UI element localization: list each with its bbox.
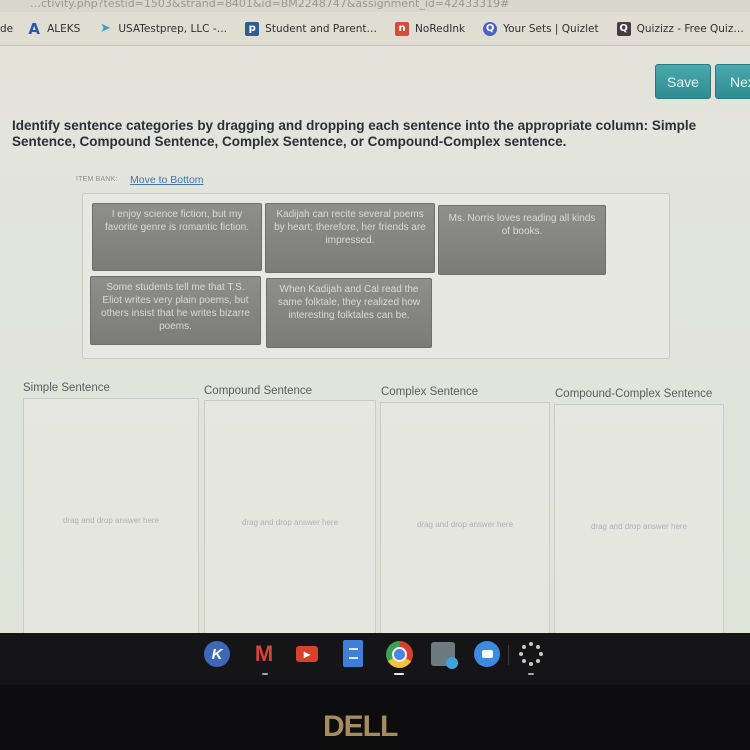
bookmarks-bar: de A ALEKS ➤ USATestprep, LLC -… p Stude…: [0, 12, 750, 46]
aleks-icon: A: [28, 19, 40, 38]
drop-zone-compound-complex[interactable]: drag and drop answer here: [554, 404, 724, 640]
launcher-icon[interactable]: [518, 641, 544, 667]
chromeos-shelf: [0, 633, 750, 685]
move-to-bottom-link[interactable]: Move to Bottom: [130, 174, 204, 186]
draggable-sentence-card[interactable]: When Kadijah and Cal read the same folkt…: [266, 278, 432, 348]
shelf-divider: [508, 645, 509, 665]
laptop-screen: …ctivity.php?testid=1503&strand=8401&id=…: [0, 0, 750, 640]
column-title-complex: Complex Sentence: [381, 386, 479, 398]
column-title-compound-complex: Compound-Complex Sentence: [555, 388, 713, 400]
bookmark-quizlet[interactable]: Q Your Sets | Quizlet: [483, 21, 599, 36]
bookmark-label: Quizizz - Free Quiz…: [636, 22, 744, 35]
bookmark-label: Student and Parent…: [265, 22, 378, 35]
noredink-icon: n: [395, 21, 410, 36]
save-button[interactable]: Save: [655, 64, 711, 99]
zoom-icon[interactable]: [474, 641, 500, 667]
quizlet-icon: Q: [483, 21, 498, 36]
url-text: …ctivity.php?testid=1503&strand=8401&id=…: [30, 0, 510, 10]
drop-placeholder: drag and drop answer here: [416, 520, 514, 529]
draggable-sentence-card[interactable]: Some students tell me that T.S. Eliot wr…: [90, 276, 261, 345]
bookmark-quizizz[interactable]: Q Quizizz - Free Quiz…: [616, 21, 744, 36]
student-parent-icon: p: [245, 21, 260, 36]
column-title-simple: Simple Sentence: [23, 382, 110, 394]
drop-zone-complex[interactable]: drag and drop answer here: [380, 402, 550, 640]
bookmark-label: Your Sets | Quizlet: [503, 22, 599, 35]
youtube-icon[interactable]: ▶: [296, 646, 318, 662]
drop-zone-simple[interactable]: drag and drop answer here: [23, 398, 199, 640]
bookmark-label: de: [0, 22, 14, 35]
drop-placeholder: drag and drop answer here: [590, 522, 688, 531]
kami-icon[interactable]: K: [204, 641, 230, 667]
google-docs-icon[interactable]: [343, 640, 363, 667]
question-instructions: Identify sentence categories by dragging…: [12, 118, 697, 149]
drop-zone-compound[interactable]: drag and drop answer here: [204, 400, 376, 640]
column-title-compound: Compound Sentence: [204, 385, 313, 397]
bookmark-label: USATestprep, LLC -…: [118, 22, 228, 35]
bookmark-aleks[interactable]: A ALEKS: [27, 19, 81, 38]
bookmark-usatestprep[interactable]: ➤ USATestprep, LLC -…: [98, 21, 228, 36]
drop-placeholder: drag and drop answer here: [62, 516, 160, 525]
gmail-running-indicator: [262, 673, 268, 675]
draggable-sentence-card[interactable]: Kadijah can recite several poems by hear…: [265, 203, 435, 273]
bookmark-label: NoRedInk: [415, 22, 466, 35]
draggable-sentence-card[interactable]: I enjoy science fiction, but my favorite…: [92, 203, 262, 271]
bookmark-label: ALEKS: [47, 22, 81, 35]
usatestprep-icon: ➤: [99, 21, 111, 36]
kami-glyph: K: [211, 645, 223, 663]
gmail-glyph: M: [254, 641, 274, 666]
calculator-icon[interactable]: [431, 642, 458, 669]
gmail-icon[interactable]: M: [249, 641, 279, 667]
chrome-icon[interactable]: [386, 641, 413, 668]
bookmark-student-parent[interactable]: p Student and Parent…: [245, 21, 378, 36]
dell-logo: DELL: [323, 710, 398, 743]
draggable-sentence-card[interactable]: Ms. Norris loves reading all kinds of bo…: [438, 205, 606, 275]
chrome-active-indicator: [394, 673, 404, 675]
quizizz-icon: Q: [616, 21, 631, 36]
bookmark-partial[interactable]: de: [0, 23, 13, 35]
bookmark-noredink[interactable]: n NoRedInk: [395, 21, 466, 36]
item-bank-label: ITEM BANK:: [76, 176, 118, 183]
youtube-glyph: ▶: [303, 649, 311, 659]
drop-placeholder: drag and drop answer here: [241, 518, 339, 527]
launcher-indicator: [528, 673, 534, 675]
next-button[interactable]: Next: [715, 64, 750, 99]
address-bar[interactable]: …ctivity.php?testid=1503&strand=8401&id=…: [0, 0, 750, 12]
